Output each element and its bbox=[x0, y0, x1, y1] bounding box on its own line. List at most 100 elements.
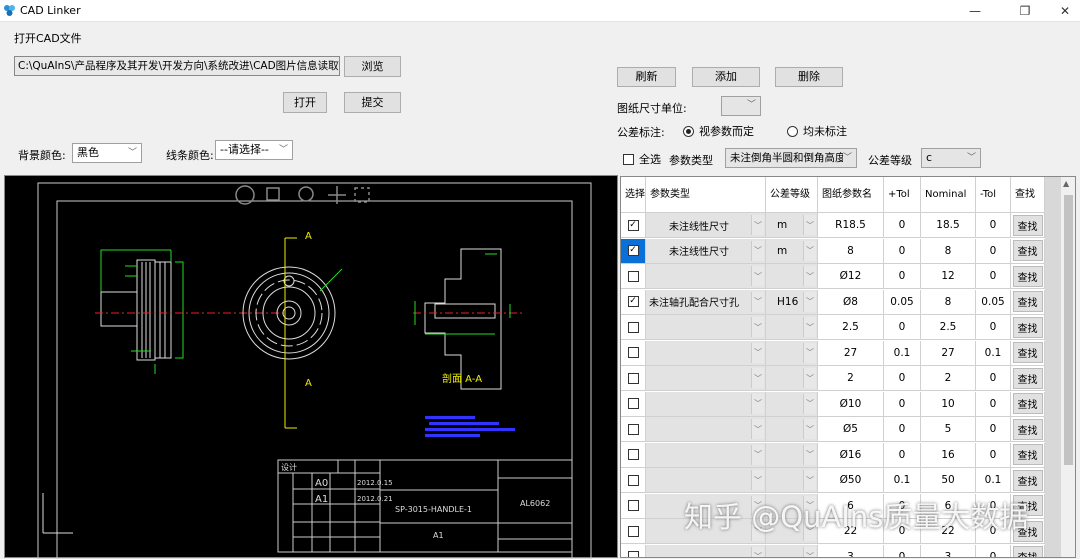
minimize-button[interactable]: — bbox=[960, 2, 990, 20]
table-row[interactable]: ✓ 未注轴孔配合尺寸孔 ﹀ H16 ﹀ Ø8 0.05 8 0.05 查找 bbox=[621, 289, 1045, 315]
cell-param-type-select[interactable]: ﹀ bbox=[646, 544, 766, 557]
grade-select[interactable]: c ﹀ bbox=[921, 148, 981, 168]
cell-param-name[interactable]: 8 bbox=[818, 238, 884, 264]
cell-plus-tol[interactable]: 0 bbox=[884, 238, 921, 264]
chevron-down-icon[interactable]: ﹀ bbox=[751, 215, 764, 235]
select-all-checkbox[interactable]: 全选 bbox=[623, 151, 661, 167]
chevron-down-icon[interactable]: ﹀ bbox=[751, 317, 764, 337]
find-button[interactable]: 查找 bbox=[1012, 367, 1043, 389]
row-checkbox[interactable] bbox=[627, 270, 639, 282]
chevron-down-icon[interactable]: ﹀ bbox=[803, 266, 816, 286]
header-find[interactable]: 查找 bbox=[1011, 177, 1045, 213]
chevron-down-icon[interactable]: ﹀ bbox=[803, 368, 816, 388]
chevron-down-icon[interactable]: ﹀ bbox=[803, 393, 816, 414]
chevron-down-icon[interactable]: ﹀ bbox=[751, 444, 764, 465]
chevron-down-icon[interactable]: ﹀ bbox=[751, 368, 764, 388]
table-row[interactable]: ✓ 未注线性尺寸 ﹀ m ﹀ R18.5 0 18.5 0 查找 bbox=[621, 213, 1045, 238]
cell-nominal[interactable]: 5 bbox=[921, 417, 976, 442]
cell-minus-tol[interactable]: 0.1 bbox=[976, 468, 1011, 493]
find-button[interactable]: 查找 bbox=[1012, 316, 1043, 338]
cell-nominal[interactable]: 2 bbox=[921, 366, 976, 391]
find-button[interactable]: 查找 bbox=[1012, 418, 1043, 440]
cell-plus-tol[interactable]: 0.1 bbox=[884, 468, 921, 493]
row-checkbox[interactable] bbox=[627, 398, 639, 409]
cell-param-type-select[interactable]: ﹀ bbox=[646, 264, 766, 289]
cell-plus-tol[interactable]: 0.1 bbox=[884, 340, 921, 366]
chevron-down-icon[interactable]: ﹀ bbox=[751, 342, 764, 363]
browse-button[interactable]: 浏览 bbox=[344, 56, 401, 77]
cell-plus-tol[interactable]: 0 bbox=[884, 213, 921, 238]
row-checkbox[interactable] bbox=[627, 372, 639, 384]
cad-canvas[interactable]: A A 剖面 A-A 设计 A0 A1 2012.0.15 2012.0.21 … bbox=[4, 175, 618, 559]
cell-plus-tol[interactable]: 0 bbox=[884, 391, 921, 417]
cell-nominal[interactable]: 12 bbox=[921, 264, 976, 289]
chevron-down-icon[interactable]: ﹀ bbox=[751, 419, 764, 439]
cell-plus-tol[interactable]: 0.05 bbox=[884, 289, 921, 315]
cell-param-type-select[interactable]: 未注轴孔配合尺寸孔 ﹀ bbox=[646, 289, 766, 315]
cell-tolerance-grade-select[interactable]: ﹀ bbox=[766, 442, 818, 468]
cell-tolerance-grade-select[interactable]: ﹀ bbox=[766, 315, 818, 340]
line-color-select[interactable]: --请选择-- ﹀ bbox=[215, 140, 293, 160]
header-nominal[interactable]: Nominal bbox=[921, 177, 976, 213]
cell-minus-tol[interactable]: 0 bbox=[976, 213, 1011, 238]
table-row[interactable]: ✓ 未注线性尺寸 ﹀ m ﹀ 8 0 8 0 查找 bbox=[621, 238, 1045, 264]
row-checkbox[interactable] bbox=[627, 525, 639, 537]
fit-icon[interactable] bbox=[354, 187, 370, 203]
cell-tolerance-grade-select[interactable]: m ﹀ bbox=[766, 213, 818, 238]
cell-nominal[interactable]: 3 bbox=[921, 544, 976, 557]
cell-minus-tol[interactable]: 0 bbox=[976, 391, 1011, 417]
cell-param-type-select[interactable]: ﹀ bbox=[646, 340, 766, 366]
chevron-down-icon[interactable]: ﹀ bbox=[751, 291, 764, 312]
find-button[interactable]: 查找 bbox=[1012, 214, 1043, 236]
cell-nominal[interactable]: 16 bbox=[921, 442, 976, 468]
chevron-down-icon[interactable]: ﹀ bbox=[803, 546, 816, 557]
open-button[interactable]: 打开 bbox=[283, 92, 327, 113]
table-row[interactable]: ﹀ ﹀ Ø12 0 12 0 查找 bbox=[621, 264, 1045, 289]
cell-plus-tol[interactable]: 0 bbox=[884, 366, 921, 391]
cell-nominal[interactable]: 8 bbox=[921, 289, 976, 315]
chevron-down-icon[interactable]: ﹀ bbox=[803, 419, 816, 439]
table-row[interactable]: ﹀ ﹀ Ø16 0 16 0 查找 bbox=[621, 442, 1045, 468]
cell-plus-tol[interactable]: 0 bbox=[884, 315, 921, 340]
find-button[interactable]: 查找 bbox=[1012, 469, 1043, 491]
background-color-select[interactable]: 黑色 ﹀ bbox=[72, 143, 142, 163]
cell-param-name[interactable]: Ø8 bbox=[818, 289, 884, 315]
cell-param-name[interactable]: Ø50 bbox=[818, 468, 884, 493]
cell-param-name[interactable]: Ø12 bbox=[818, 264, 884, 289]
row-checkbox[interactable]: ✓ bbox=[627, 296, 639, 307]
cell-param-name[interactable]: Ø10 bbox=[818, 391, 884, 417]
cell-param-name[interactable]: R18.5 bbox=[818, 213, 884, 238]
find-button[interactable]: 查找 bbox=[1012, 265, 1043, 287]
row-checkbox[interactable] bbox=[627, 347, 639, 358]
header-minus-tol[interactable]: -Tol bbox=[976, 177, 1011, 213]
cell-param-name[interactable]: 2.5 bbox=[818, 315, 884, 340]
table-row[interactable]: ﹀ ﹀ 2.5 0 2.5 0 查找 bbox=[621, 315, 1045, 340]
file-path-input[interactable]: C:\QuAInS\产品程序及其开发\开发方向\系统改进\CAD图片信息读取\C… bbox=[14, 56, 340, 76]
cell-param-type-select[interactable]: ﹀ bbox=[646, 468, 766, 493]
cell-plus-tol[interactable]: 0 bbox=[884, 417, 921, 442]
chevron-down-icon[interactable]: ﹀ bbox=[803, 470, 816, 490]
header-param-name[interactable]: 图纸参数名 bbox=[818, 177, 884, 213]
delete-button[interactable]: 删除 bbox=[775, 67, 843, 87]
cell-tolerance-grade-select[interactable]: ﹀ bbox=[766, 544, 818, 557]
cell-minus-tol[interactable]: 0 bbox=[976, 366, 1011, 391]
cell-tolerance-grade-select[interactable]: H16 ﹀ bbox=[766, 289, 818, 315]
cell-minus-tol[interactable]: 0 bbox=[976, 544, 1011, 557]
find-button[interactable]: 查找 bbox=[1012, 393, 1043, 414]
find-button[interactable]: 查找 bbox=[1012, 444, 1043, 465]
cell-plus-tol[interactable]: 0 bbox=[884, 264, 921, 289]
scroll-up-icon[interactable]: ▲ bbox=[1063, 179, 1069, 188]
cell-nominal[interactable]: 10 bbox=[921, 391, 976, 417]
restore-button[interactable]: ❐ bbox=[1010, 2, 1040, 20]
find-button[interactable]: 查找 bbox=[1012, 546, 1043, 557]
row-checkbox[interactable] bbox=[627, 551, 639, 557]
cell-tolerance-grade-select[interactable]: ﹀ bbox=[766, 264, 818, 289]
chevron-down-icon[interactable]: ﹀ bbox=[803, 342, 816, 363]
cell-param-type-select[interactable]: ﹀ bbox=[646, 442, 766, 468]
refresh-button[interactable]: 刷新 bbox=[617, 67, 676, 87]
cell-param-name[interactable]: 3 bbox=[818, 544, 884, 557]
cell-plus-tol[interactable]: 0 bbox=[884, 544, 921, 557]
cell-param-name[interactable]: 2 bbox=[818, 366, 884, 391]
table-row[interactable]: ﹀ ﹀ 2 0 2 0 查找 bbox=[621, 366, 1045, 391]
row-checkbox[interactable] bbox=[627, 423, 639, 435]
